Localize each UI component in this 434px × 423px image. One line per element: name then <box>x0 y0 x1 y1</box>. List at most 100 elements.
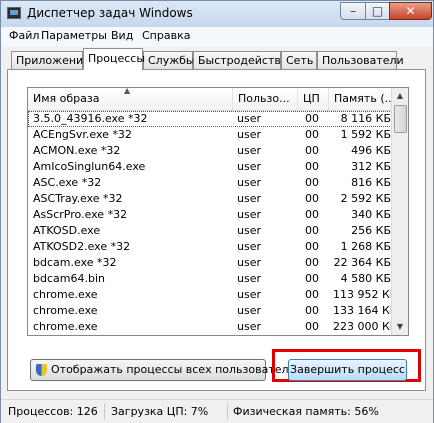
process-row[interactable]: ASC.exe *32 user 00 816 КБ <box>28 175 396 191</box>
process-cpu: 00 <box>305 320 319 333</box>
task-manager-icon <box>7 7 21 19</box>
show-all-processes-button[interactable]: Отображать процессы всех пользователей <box>30 359 302 381</box>
process-cpu: 00 <box>305 256 319 269</box>
process-rows: 3.5.0_43916.exe *32 user 00 8 116 КБ ACEngSv… <box>28 111 396 335</box>
scrollbar-thumb[interactable] <box>394 105 407 133</box>
process-name: ACEngSvr.exe *32 <box>33 128 132 141</box>
process-name: ATKOSD2.exe *32 <box>33 240 131 253</box>
process-row[interactable]: ATKOSD2.exe *32 user 00 1 268 КБ <box>28 239 396 255</box>
process-cpu: 00 <box>305 304 319 317</box>
process-memory: 8 116 КБ <box>340 112 391 125</box>
process-memory: 1 592 КБ <box>340 128 391 141</box>
process-user: user <box>237 208 261 221</box>
process-cpu: 00 <box>305 128 319 141</box>
tab-users[interactable]: Пользователи <box>317 51 404 69</box>
process-user: user <box>237 176 261 189</box>
vertical-scrollbar[interactable]: ▲ ▼ <box>391 88 408 335</box>
process-row[interactable]: AmIcoSinglun64.exe user 00 312 КБ <box>28 159 396 175</box>
menu-options[interactable]: Параметры <box>41 29 107 42</box>
status-divider <box>227 403 228 420</box>
minimize-button[interactable]: – <box>340 2 366 20</box>
menu-help[interactable]: Справка <box>142 29 190 42</box>
process-cpu: 00 <box>305 192 319 205</box>
scroll-down-icon[interactable]: ▼ <box>392 319 408 335</box>
process-memory: 312 КБ <box>351 160 391 173</box>
process-user: user <box>237 288 261 301</box>
title-bar[interactable]: Диспетчер задач Windows – □ ✕ <box>1 1 433 28</box>
process-memory: 133 164 КБ <box>333 304 391 317</box>
process-name: bdcam.exe *32 <box>33 256 117 269</box>
column-header-cpu[interactable]: ЦП <box>298 88 329 110</box>
process-cpu: 00 <box>305 144 319 157</box>
process-user: user <box>237 320 261 333</box>
uac-shield-icon <box>36 364 47 376</box>
status-bar: Процессов: 126 Загрузка ЦП: 7% Физическа… <box>1 399 433 423</box>
process-name: bdcam64.bin <box>33 272 105 285</box>
process-memory: 340 КБ <box>351 208 391 221</box>
status-cpu-usage: Загрузка ЦП: 7% <box>111 405 209 418</box>
process-cpu: 00 <box>305 208 319 221</box>
process-row[interactable]: bdcam64.bin user 00 4 580 КБ <box>28 271 396 287</box>
process-user: user <box>237 128 261 141</box>
process-user: user <box>237 256 261 269</box>
process-row[interactable]: ACMON.exe *32 user 00 496 КБ <box>28 143 396 159</box>
process-name: 3.5.0_43916.exe *32 <box>33 112 148 125</box>
status-divider <box>104 403 105 420</box>
process-memory: 223 000 КБ <box>333 320 391 333</box>
process-name: AmIcoSinglun64.exe <box>33 160 146 173</box>
process-name: chrome.exe <box>33 288 98 301</box>
process-list[interactable]: ▲ Имя образа Пользо... ЦП Память (... 3.… <box>27 87 409 336</box>
status-process-count: Процессов: 126 <box>8 405 98 418</box>
process-name: chrome.exe <box>33 304 98 317</box>
process-user: user <box>237 112 261 125</box>
end-process-button[interactable]: Завершить процесс <box>288 359 407 381</box>
process-memory: 22 364 КБ <box>333 256 391 269</box>
process-name: AsScrPro.exe *32 <box>33 208 128 221</box>
process-user: user <box>237 272 261 285</box>
process-row[interactable]: 3.5.0_43916.exe *32 user 00 8 116 КБ <box>28 111 396 127</box>
process-row[interactable]: chrome.exe user 00 133 164 КБ <box>28 303 396 319</box>
column-header-user[interactable]: Пользо... <box>233 88 298 110</box>
process-row[interactable]: bdcam.exe *32 user 00 22 364 КБ <box>28 255 396 271</box>
process-cpu: 00 <box>305 288 319 301</box>
process-name: ASC.exe *32 <box>33 176 102 189</box>
process-user: user <box>237 224 261 237</box>
process-row[interactable]: ACEngSvr.exe *32 user 00 1 592 КБ <box>28 127 396 143</box>
process-cpu: 00 <box>305 224 319 237</box>
menu-view[interactable]: Вид <box>111 29 133 42</box>
process-memory: 1 268 КБ <box>340 240 391 253</box>
menu-file[interactable]: Файл <box>9 29 39 42</box>
process-user: user <box>237 160 261 173</box>
tab-network[interactable]: Сеть <box>281 51 317 69</box>
process-cpu: 00 <box>305 176 319 189</box>
column-header-memory[interactable]: Память (... <box>329 88 396 110</box>
process-row[interactable]: chrome.exe user 00 223 000 КБ <box>28 319 396 335</box>
process-row[interactable]: ATKOSD.exe user 00 256 КБ <box>28 223 396 239</box>
list-header: ▲ Имя образа Пользо... ЦП Память (... <box>28 88 396 111</box>
tab-processes[interactable]: Процессы <box>83 48 145 70</box>
process-memory: 4 580 КБ <box>340 272 391 285</box>
show-all-processes-label: Отображать процессы всех пользователей <box>51 363 303 376</box>
process-cpu: 00 <box>305 160 319 173</box>
tab-applications[interactable]: Приложения <box>11 51 90 69</box>
maximize-button[interactable]: □ <box>365 2 390 20</box>
process-row[interactable]: ASCTray.exe *32 user 00 2 592 КБ <box>28 191 396 207</box>
process-name: chrome.exe <box>33 320 98 333</box>
process-row[interactable]: AsScrPro.exe *32 user 00 340 КБ <box>28 207 396 223</box>
scroll-up-icon[interactable]: ▲ <box>392 88 408 104</box>
process-row[interactable]: chrome.exe user 00 113 952 КБ <box>28 287 396 303</box>
process-memory: 256 КБ <box>351 224 391 237</box>
process-memory: 113 952 КБ <box>333 288 391 301</box>
column-header-image-name[interactable]: Имя образа <box>28 88 233 110</box>
close-button[interactable]: ✕ <box>389 2 432 20</box>
process-name: ACMON.exe *32 <box>33 144 121 157</box>
window-title: Диспетчер задач Windows <box>27 6 193 20</box>
process-name: ATKOSD.exe <box>33 224 101 237</box>
process-memory: 816 КБ <box>351 176 391 189</box>
tab-services[interactable]: Службы <box>143 51 195 69</box>
menu-bar: Файл Параметры Вид Справка <box>1 27 433 47</box>
tab-performance[interactable]: Быстродействие <box>193 51 295 69</box>
process-user: user <box>237 240 261 253</box>
status-physical-memory: Физическая память: 56% <box>233 405 379 418</box>
process-name: ASCTray.exe *32 <box>33 192 123 205</box>
